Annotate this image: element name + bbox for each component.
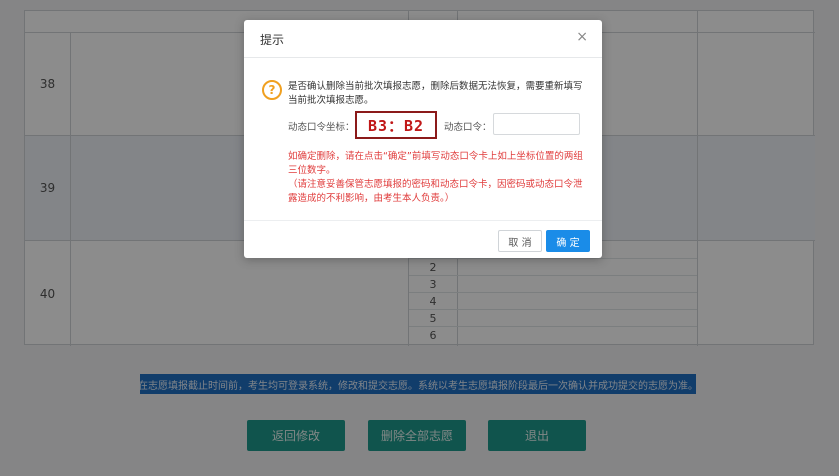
dynamic-password-input[interactable] (493, 113, 580, 135)
warning-text: 如确定删除，请在点击“确定”前填写动态口令卡上如上坐标位置的两组三位数字。 （请… (288, 150, 584, 206)
close-icon[interactable]: × (576, 29, 588, 45)
dialog-title: 提示 (260, 33, 285, 47)
warning-line-1: 如确定删除，请在点击“确定”前填写动态口令卡上如上坐标位置的两组三位数字。 (288, 151, 583, 176)
dialog-footer: 取 消 确 定 (244, 220, 602, 258)
question-circle-icon: ? (262, 80, 282, 100)
coord-label: 动态口令坐标： (288, 122, 355, 133)
cancel-button[interactable]: 取 消 (498, 230, 542, 252)
confirm-delete-dialog: 提示 × ? 是否确认删除当前批次填报志愿，删除后数据无法恢复，需要重新填写当前… (244, 20, 602, 258)
dialog-header: 提示 × (244, 20, 602, 58)
coord-value: B3：B2 (355, 111, 437, 139)
dynamic-password-label: 动态口令： (444, 122, 492, 133)
dialog-message: 是否确认删除当前批次填报志愿，删除后数据无法恢复，需要重新填写当前批次填报志愿。 (288, 81, 583, 106)
ok-button[interactable]: 确 定 (546, 230, 590, 252)
warning-line-2: （请注意妥善保管志愿填报的密码和动态口令卡，因密码或动态口令泄露造成的不利影响，… (288, 179, 583, 204)
